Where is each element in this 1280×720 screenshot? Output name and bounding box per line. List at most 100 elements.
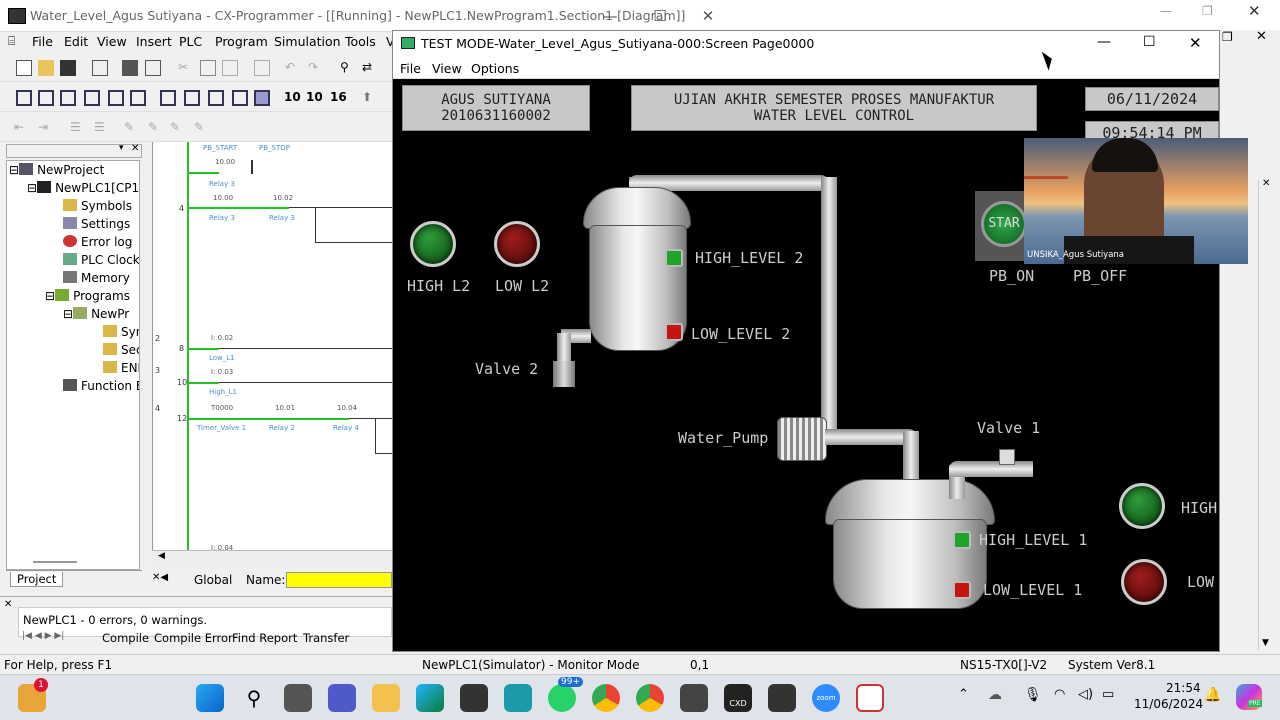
tree-item-newprogram[interactable]: ⊟ NewPr	[63, 307, 129, 321]
tree-item-end[interactable]: ENI	[103, 361, 139, 375]
hmi-menu-view[interactable]: View	[432, 61, 462, 76]
redo-icon[interactable]: ↷	[308, 60, 324, 76]
arduino-icon[interactable]	[504, 684, 532, 712]
replace-icon[interactable]: ⇄	[362, 60, 378, 76]
tab-project[interactable]: Project	[10, 572, 64, 587]
menu-insert[interactable]: Insert	[136, 34, 172, 49]
arrow-up-icon[interactable]: ⬆	[362, 90, 378, 106]
menu-view[interactable]: View	[97, 34, 127, 49]
copilot-icon[interactable]: PRE	[1236, 684, 1262, 710]
tree-scrollbar[interactable]	[33, 561, 77, 563]
tool-icon-1[interactable]: ✎	[124, 120, 140, 136]
delete-icon[interactable]	[254, 60, 270, 76]
view-icon-3[interactable]	[208, 90, 224, 106]
scroll-close-icon[interactable]: ✕	[1262, 178, 1270, 189]
output-close-icon[interactable]: ✕	[4, 599, 12, 610]
hmi-menu-file[interactable]: File	[400, 61, 421, 76]
active-app-icon[interactable]	[856, 684, 884, 712]
tree-item-programs[interactable]: ⊟ Programs	[45, 289, 130, 303]
toggle-icon-6[interactable]	[130, 90, 146, 106]
tree-item-settings[interactable]: Settings	[63, 217, 130, 231]
menu-simulation[interactable]: Simulation	[274, 34, 341, 49]
zoom-icon[interactable]: zoom	[812, 684, 840, 712]
symbol-close-icon[interactable]: ✕◀	[152, 572, 168, 583]
toggle-icon-4[interactable]	[84, 90, 100, 106]
tree-item-newproject[interactable]: ⊟ NewProject	[9, 163, 104, 177]
mdi-restore-icon[interactable]: ❐	[1222, 30, 1233, 44]
menu-tools[interactable]: Tools	[345, 34, 376, 49]
windows-start-icon[interactable]	[196, 684, 224, 712]
expand-icon[interactable]: ⊟	[27, 181, 37, 195]
tab-transfer[interactable]: Transfer	[303, 631, 349, 645]
find-icon[interactable]	[145, 60, 161, 76]
hmi-minimize-button[interactable]: —	[1097, 34, 1111, 50]
cx-designer-icon[interactable]: CXD	[724, 684, 752, 712]
tray-chevron-icon[interactable]: ⌃	[958, 687, 969, 702]
clock-time[interactable]: 21:54	[1166, 681, 1201, 695]
tree-item-memory[interactable]: Memory	[63, 271, 130, 285]
scroll-left-icon[interactable]: ◀	[158, 551, 165, 561]
view-icon-5[interactable]	[254, 90, 270, 106]
view-icon-1[interactable]	[160, 90, 176, 106]
menu-program[interactable]: Program	[215, 34, 268, 49]
tab-find-report[interactable]: Find Report	[232, 631, 297, 645]
right-vscrollbar[interactable]: ✕ ▼	[1258, 178, 1274, 650]
expand-icon[interactable]: ⊟	[45, 289, 55, 303]
cx-app-icon[interactable]	[680, 684, 708, 712]
new-file-icon[interactable]	[16, 60, 32, 76]
base-16-icon[interactable]: 16	[330, 90, 347, 106]
weather-widget-icon[interactable]: 1	[18, 678, 48, 712]
chrome-profile-icon[interactable]	[636, 684, 664, 712]
view-icon-4[interactable]	[232, 90, 248, 106]
onedrive-icon[interactable]: ☁	[988, 687, 1002, 703]
close-button[interactable]: ✕	[688, 4, 728, 28]
notification-bell-icon[interactable]: 🔔	[1204, 687, 1221, 703]
store-icon[interactable]	[460, 684, 488, 712]
cut-icon[interactable]: ✂	[178, 60, 194, 76]
copy-icon[interactable]	[200, 60, 216, 76]
tree-item-function-blocks[interactable]: Function B	[63, 379, 139, 393]
name-input[interactable]	[286, 572, 392, 588]
tool-icon-2[interactable]: ✎	[148, 120, 164, 136]
tree-close-icon[interactable]: ✕	[131, 143, 139, 154]
print-preview-icon[interactable]	[92, 60, 108, 76]
tree-item-plc-clock[interactable]: PLC Clock	[63, 253, 139, 267]
list-icon[interactable]: ☰	[70, 120, 86, 136]
tool-icon-4[interactable]: ✎	[194, 120, 210, 136]
volume-icon[interactable]: ◁)	[1078, 687, 1093, 702]
clock-date[interactable]: 11/06/2024	[1134, 697, 1203, 711]
toggle-icon-2[interactable]	[38, 90, 54, 106]
base-10b-icon[interactable]: 10	[306, 90, 323, 106]
tree-dropdown-icon[interactable]: ▾	[119, 143, 124, 153]
undo-icon[interactable]: ↶	[285, 60, 301, 76]
maximize-button[interactable]: ☐	[640, 4, 680, 28]
cx-programmer-task-icon[interactable]	[768, 684, 796, 712]
hmi-close-button[interactable]: ✕	[1189, 34, 1202, 52]
valve2-icon[interactable]	[553, 361, 575, 387]
minimize-button[interactable]: —	[590, 4, 630, 28]
binoculars-icon[interactable]: ⚲	[340, 60, 356, 76]
menu-plc[interactable]: PLC	[179, 34, 202, 49]
chrome-icon[interactable]	[592, 684, 620, 712]
toggle-icon-1[interactable]	[16, 90, 32, 106]
print-icon[interactable]	[122, 60, 138, 76]
list-icon-2[interactable]: ☰	[94, 120, 110, 136]
tree-item-section[interactable]: Sec	[103, 343, 139, 357]
wifi-icon[interactable]: ◠	[1054, 687, 1065, 702]
expand-icon[interactable]: ⊟	[63, 307, 73, 321]
hmi-maximize-button[interactable]: ☐	[1143, 34, 1156, 50]
bg-minimize-button[interactable]: —	[1160, 4, 1172, 18]
search-icon[interactable]: ⚲	[240, 684, 268, 712]
tab-compile-error[interactable]: Compile Error	[154, 631, 233, 645]
battery-icon[interactable]: ▭	[1102, 687, 1114, 702]
tool-icon-3[interactable]: ✎	[170, 120, 186, 136]
tree-item-symbols[interactable]: Symbols	[63, 199, 132, 213]
tab-compile[interactable]: Compile	[102, 631, 149, 645]
teams-icon[interactable]	[328, 684, 356, 712]
paste-icon[interactable]	[222, 60, 238, 76]
task-view-icon[interactable]	[284, 684, 312, 712]
edge-icon[interactable]	[416, 684, 444, 712]
microphone-icon[interactable]: 🎙	[1024, 687, 1042, 703]
scroll-down-icon[interactable]: ▼	[1262, 638, 1269, 648]
view-icon-2[interactable]	[184, 90, 200, 106]
